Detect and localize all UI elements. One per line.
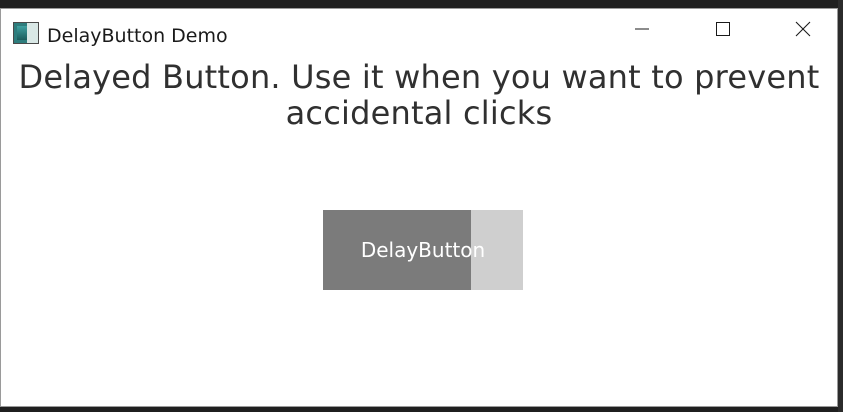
app-icon (13, 22, 39, 44)
app-window: DelayButton Demo Delayed Button. Use it … (0, 8, 838, 407)
delay-button[interactable]: DelayButton (323, 210, 523, 290)
close-button[interactable] (763, 9, 843, 49)
minimize-button[interactable] (602, 9, 682, 49)
minimize-icon (635, 28, 649, 30)
desktop-background (838, 0, 843, 412)
title-bar[interactable]: DelayButton Demo (1, 9, 837, 49)
window-title: DelayButton Demo (47, 25, 228, 47)
delay-button-label: DelayButton (360, 238, 486, 262)
close-icon (795, 21, 811, 37)
headline-text: Delayed Button. Use it when you want to … (1, 59, 837, 131)
maximize-icon (716, 22, 730, 36)
headline-label: Delayed Button. Use it when you want to … (18, 58, 820, 132)
maximize-button[interactable] (683, 9, 763, 49)
